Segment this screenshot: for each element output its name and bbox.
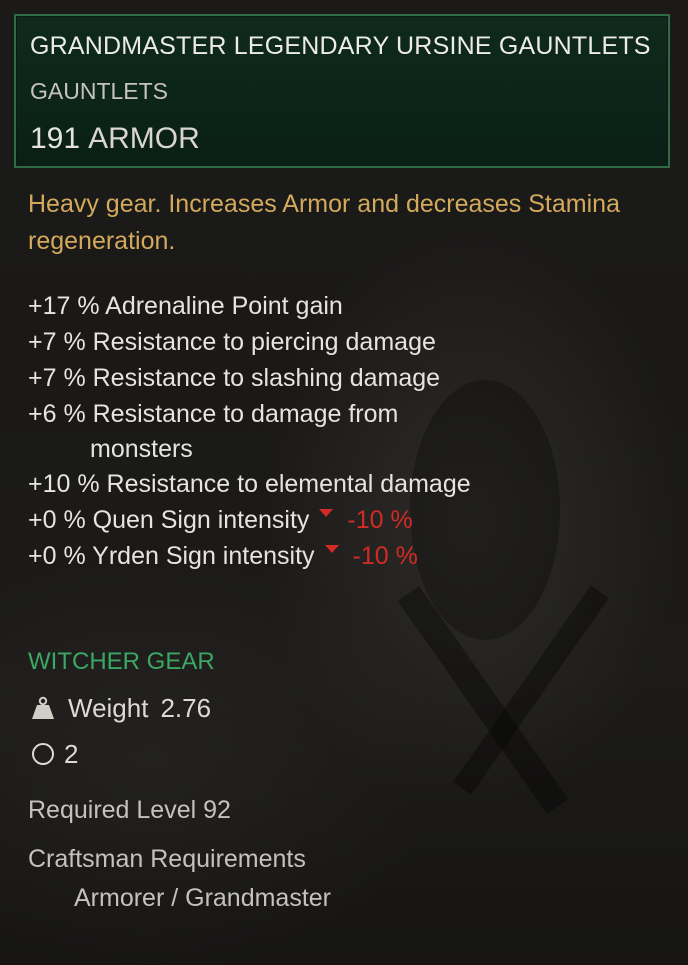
stat-text: +6 % Resistance to damage from	[28, 400, 399, 428]
item-name: GRANDMASTER LEGENDARY URSINE GAUNTLETS	[30, 32, 651, 60]
stat-line: +0 % Yrden Sign intensity -10 %	[28, 538, 668, 574]
socket-count: 2	[64, 738, 79, 769]
stat-list: +17 % Adrenaline Point gain +7 % Resista…	[28, 288, 668, 574]
item-header: GRANDMASTER LEGENDARY URSINE GAUNTLETS G…	[14, 14, 670, 168]
stat-text: +7 % Resistance to slashing damage	[28, 364, 441, 392]
weight-value: 2.76	[160, 692, 212, 723]
item-type: GAUNTLETS	[30, 78, 169, 104]
decrease-arrow-icon	[324, 545, 339, 554]
armor-unit: ARMOR	[88, 122, 200, 155]
craftsman-requirements-label: Craftsman Requirements	[28, 845, 306, 873]
item-description: Heavy gear. Increases Armor and decrease…	[28, 190, 620, 255]
weight-icon	[30, 695, 56, 721]
stat-text: +10 % Resistance to elemental damage	[28, 470, 471, 498]
stat-text: +17 % Adrenaline Point gain	[28, 292, 343, 320]
stat-text: +0 % Yrden Sign intensity	[28, 542, 315, 570]
required-level: Required Level 92	[28, 796, 231, 824]
weight-row: Weight 2.76	[30, 690, 211, 726]
stat-line: +10 % Resistance to elemental damage	[28, 466, 668, 502]
stat-penalty: -10 %	[352, 542, 418, 570]
weight-label: Weight	[68, 692, 149, 723]
stat-line: +6 % Resistance to damage from monsters	[28, 396, 668, 466]
armor-value: 191	[30, 122, 81, 155]
stat-line: +7 % Resistance to piercing damage	[28, 324, 668, 360]
socket-icon	[32, 743, 54, 765]
stat-line: +7 % Resistance to slashing damage	[28, 360, 668, 396]
craftsman-requirements-value: Armorer / Grandmaster	[74, 884, 332, 912]
stat-text-continuation: monsters	[90, 435, 193, 463]
socket-row: 2	[32, 736, 78, 772]
stat-line: +17 % Adrenaline Point gain	[28, 288, 668, 324]
stat-penalty: -10 %	[347, 506, 413, 534]
gear-set-label: WITCHER GEAR	[28, 648, 215, 675]
decrease-arrow-icon	[319, 509, 334, 518]
item-tooltip: GRANDMASTER LEGENDARY URSINE GAUNTLETS G…	[0, 0, 688, 965]
armor-rating: 191 ARMOR	[30, 122, 200, 156]
stat-line: +0 % Quen Sign intensity -10 %	[28, 502, 668, 538]
stat-text: +7 % Resistance to piercing damage	[28, 328, 436, 356]
stat-text: +0 % Quen Sign intensity	[28, 506, 310, 534]
